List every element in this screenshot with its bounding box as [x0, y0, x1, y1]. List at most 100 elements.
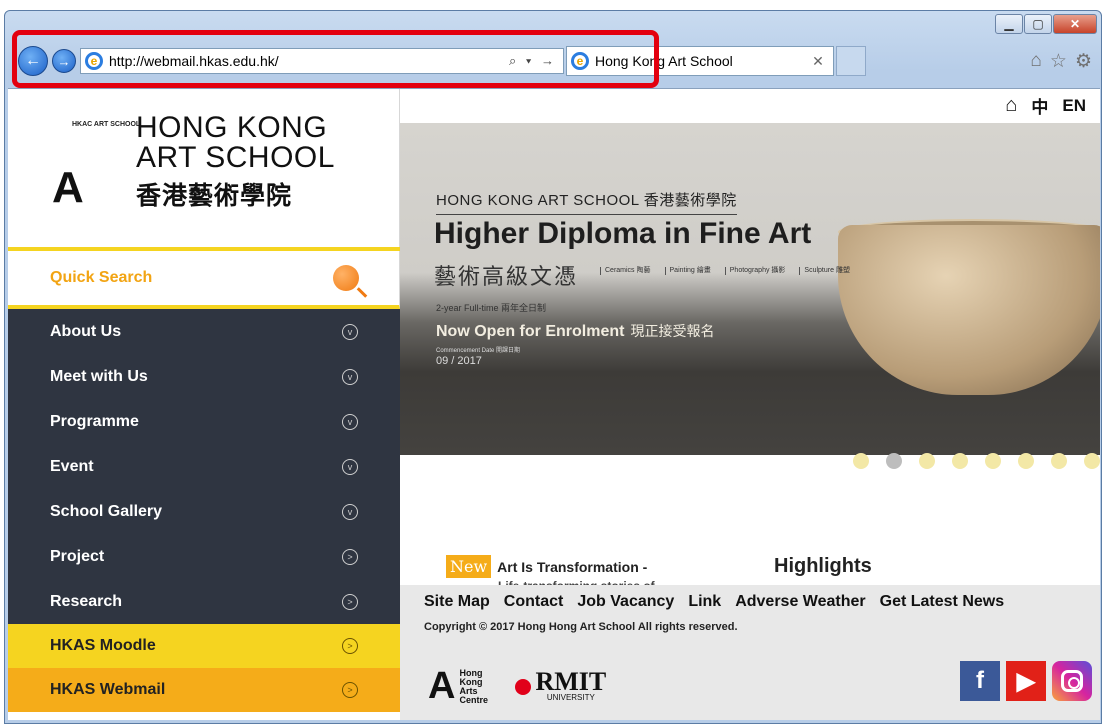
page-viewport: HKAC ART SCHOOL A HONG KONG ART SCHOOL 香…: [8, 88, 1100, 720]
settings-gear-icon[interactable]: ⚙: [1075, 50, 1092, 73]
menu-item-about-us[interactable]: About Us v: [8, 309, 400, 354]
footer-links: Site Map Contact Job Vacancy Link Advers…: [424, 593, 1004, 611]
hkac-logo-text: Hong Kong Arts Centre: [459, 667, 488, 705]
menu-item-programme[interactable]: Programme v: [8, 399, 400, 444]
menu-item-label: Project: [50, 547, 105, 565]
chevron-down-icon: v: [342, 503, 358, 520]
instagram-icon[interactable]: [1052, 661, 1092, 701]
news-title[interactable]: Art Is Transformation -: [497, 559, 647, 575]
close-icon[interactable]: ✕: [803, 53, 833, 70]
banner-enrol-text: Now Open for Enrolment: [436, 323, 625, 340]
menu-item-label: HKAS Webmail: [50, 681, 166, 698]
footer-link-site-map[interactable]: Site Map: [424, 593, 490, 611]
menu-item-research[interactable]: Research >: [8, 579, 400, 624]
browser-right-icons: ⌂ ☆ ⚙: [1030, 50, 1092, 73]
discipline-label: Painting 繪畫: [664, 267, 711, 275]
rmit-logo[interactable]: RMIT UNIVERSITY: [515, 667, 607, 702]
hkac-logo[interactable]: A Hong Kong Arts Centre: [428, 665, 499, 708]
desktop-strip: [0, 0, 1102, 10]
slider-dots: [853, 453, 1100, 469]
logo-name-line2: ART SCHOOL: [136, 141, 335, 174]
menu-item-label: Meet with Us: [50, 367, 148, 385]
banner-enrol: Now Open for Enrolment 現正接受報名: [436, 321, 714, 341]
highlights-heading: Highlights: [774, 555, 872, 577]
slider-dot[interactable]: [1084, 453, 1100, 469]
menu-item-school-gallery[interactable]: School Gallery v: [8, 489, 400, 534]
chevron-right-icon: >: [342, 548, 358, 565]
logo-name: HONG KONG ART SCHOOL: [136, 113, 335, 173]
youtube-icon[interactable]: ▶: [1006, 661, 1046, 701]
slider-dot[interactable]: [985, 453, 1001, 469]
close-button[interactable]: ✕: [1053, 14, 1097, 34]
quick-search[interactable]: Quick Search: [8, 251, 400, 309]
logo-chinese: 香港藝術學院: [136, 182, 293, 210]
minimize-button[interactable]: ▁: [995, 14, 1023, 34]
ceramic-bowl-image: [838, 225, 1100, 395]
footer-link-latest-news[interactable]: Get Latest News: [880, 593, 1004, 611]
banner-commencement: Commencement Date 開課日期: [436, 348, 521, 354]
main-menu: About Us v Meet with Us v Programme v Event…: [8, 309, 400, 712]
slider-dot[interactable]: [853, 453, 869, 469]
footer-link-adverse-weather[interactable]: Adverse Weather: [735, 593, 865, 611]
banner-subtitle: HONG KONG ART SCHOOL 香港藝術學院: [436, 189, 737, 215]
menu-item-label: School Gallery: [50, 502, 163, 520]
lang-zh-link[interactable]: 中: [1031, 93, 1048, 118]
chevron-down-icon: v: [342, 458, 358, 475]
highlight-annotation-box: [12, 30, 659, 88]
window-controls: ▁ ▢ ✕: [995, 14, 1097, 34]
menu-item-label: About Us: [50, 322, 122, 340]
search-icon[interactable]: [333, 265, 359, 291]
new-badge: New: [446, 555, 492, 578]
hkac-a-mark: A: [428, 665, 456, 707]
sidebar: HKAC ART SCHOOL A HONG KONG ART SCHOOL 香…: [8, 89, 400, 720]
menu-item-label: Research: [50, 592, 123, 610]
menu-item-event[interactable]: Event v: [8, 444, 400, 489]
footer: Site Map Contact Job Vacancy Link Advers…: [400, 585, 1100, 720]
logo-small-text: HKAC ART SCHOOL: [72, 121, 141, 128]
footer-link-job-vacancy[interactable]: Job Vacancy: [577, 593, 674, 611]
hero-banner[interactable]: HONG KONG ART SCHOOL 香港藝術學院 Higher Diplo…: [400, 123, 1100, 455]
logo-a-mark: A: [52, 163, 84, 212]
chevron-down-icon: v: [342, 323, 358, 340]
maximize-button[interactable]: ▢: [1024, 14, 1052, 34]
new-tab-button[interactable]: [836, 46, 866, 76]
news-item[interactable]: New Art Is Transformation -: [446, 555, 647, 578]
social-links: f ▶: [960, 661, 1092, 701]
rmit-dot-icon: [515, 678, 532, 695]
chevron-right-icon: >: [342, 593, 358, 610]
banner-title: Higher Diploma in Fine Art: [434, 217, 812, 250]
discipline-label: Photography 攝影: [724, 267, 785, 275]
rmit-text: RMIT: [535, 667, 607, 696]
copyright-text: Copyright © 2017 Hong Hong Art School Al…: [424, 621, 738, 633]
menu-item-hkas-webmail[interactable]: HKAS Webmail >: [8, 668, 400, 712]
banner-title-chinese: 藝術高級文憑: [434, 264, 579, 289]
partner-logos: A Hong Kong Arts Centre RMIT UNIVERSITY: [428, 665, 606, 708]
menu-item-label: HKAS Moodle: [50, 637, 156, 654]
slider-dot[interactable]: [919, 453, 935, 469]
language-bar: ⌂ 中 EN: [1005, 93, 1086, 118]
slider-dot[interactable]: [1051, 453, 1067, 469]
discipline-label: Sculpture 雕塑: [799, 267, 850, 275]
banner-disciplines: Ceramics 陶藝 Painting 繪畫 Photography 攝影 S…: [600, 267, 850, 275]
lang-en-link[interactable]: EN: [1062, 96, 1086, 116]
home-icon[interactable]: ⌂: [1030, 50, 1041, 73]
slider-dot[interactable]: [886, 453, 902, 469]
school-logo[interactable]: HKAC ART SCHOOL A HONG KONG ART SCHOOL 香…: [8, 89, 400, 247]
chevron-right-icon: >: [342, 682, 358, 698]
footer-link-contact[interactable]: Contact: [504, 593, 564, 611]
chevron-down-icon: v: [342, 368, 358, 385]
menu-item-project[interactable]: Project >: [8, 534, 400, 579]
menu-item-meet-with-us[interactable]: Meet with Us v: [8, 354, 400, 399]
home-icon[interactable]: ⌂: [1005, 94, 1017, 117]
facebook-icon[interactable]: f: [960, 661, 1000, 701]
banner-duration: 2-year Full-time 兩年全日制: [436, 303, 547, 313]
main-content: ⌂ 中 EN HONG KONG ART SCHOOL 香港藝術學院 Highe…: [400, 89, 1100, 720]
slider-dot[interactable]: [1018, 453, 1034, 469]
logo-name-line1: HONG KONG: [136, 111, 328, 144]
quick-search-label: Quick Search: [50, 269, 153, 286]
chevron-right-icon: >: [342, 638, 358, 654]
menu-item-hkas-moodle[interactable]: HKAS Moodle >: [8, 624, 400, 668]
footer-link-link[interactable]: Link: [688, 593, 721, 611]
favorites-star-icon[interactable]: ☆: [1050, 50, 1067, 73]
slider-dot[interactable]: [952, 453, 968, 469]
